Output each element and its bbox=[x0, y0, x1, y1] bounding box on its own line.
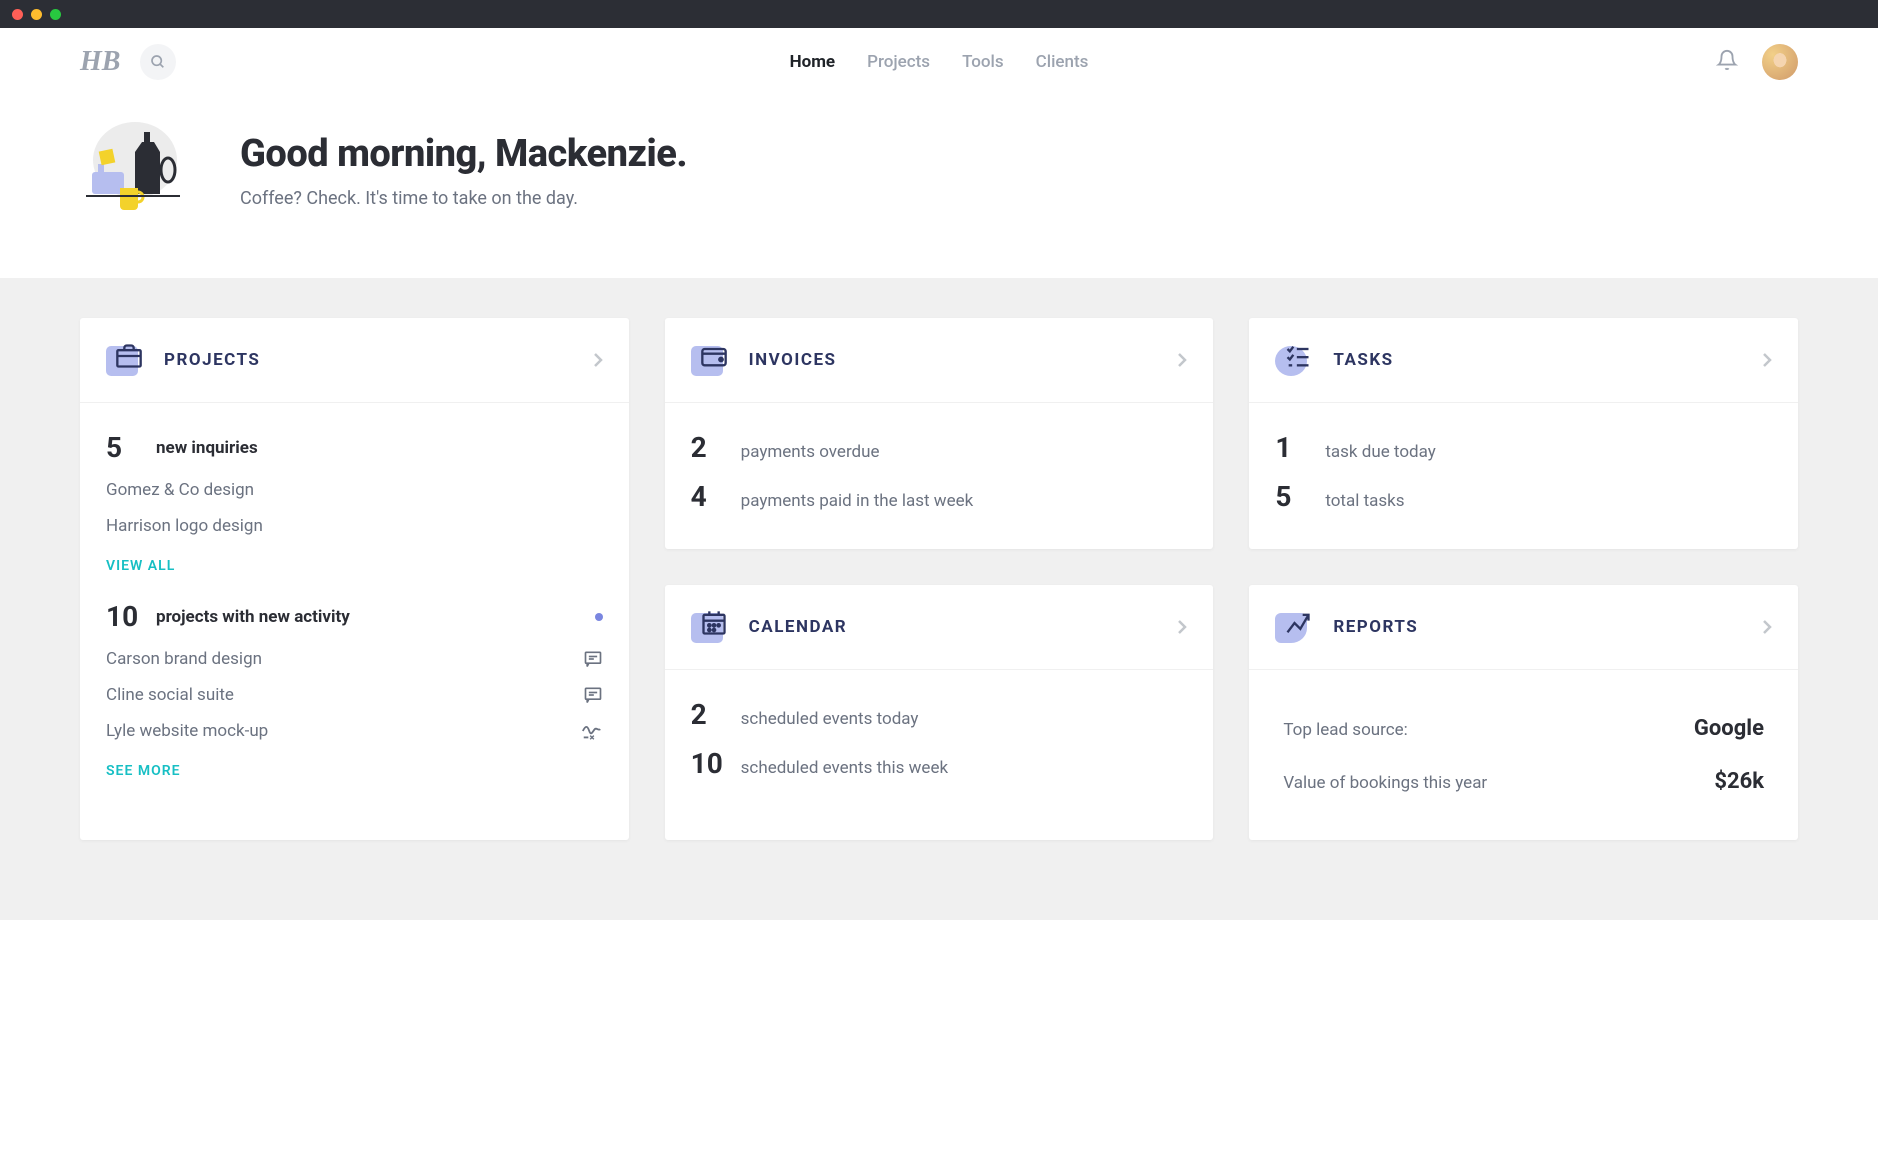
message-icon bbox=[583, 685, 603, 705]
window-chrome bbox=[0, 0, 1878, 28]
invoices-card: INVOICES 2 payments overdue 4 payments p… bbox=[665, 318, 1214, 549]
window-close-button[interactable] bbox=[12, 9, 23, 20]
invoice-stat[interactable]: 4 payments paid in the last week bbox=[691, 472, 1188, 521]
activity-summary[interactable]: 10 projects with new activity bbox=[106, 592, 603, 641]
chevron-right-icon bbox=[1177, 619, 1187, 635]
bell-icon bbox=[1716, 49, 1738, 71]
activity-item[interactable]: Lyle website mock-up bbox=[106, 713, 603, 749]
calendar-stat[interactable]: 10 scheduled events this week bbox=[691, 739, 1188, 788]
calendar-card: CALENDAR 2 scheduled events today 10 sch… bbox=[665, 585, 1214, 840]
activity-indicator-dot bbox=[595, 613, 603, 621]
message-icon bbox=[583, 649, 603, 669]
nav-tools[interactable]: Tools bbox=[962, 52, 1004, 72]
greeting-tagline: Coffee? Check. It's time to take on the … bbox=[240, 188, 687, 209]
nav-clients[interactable]: Clients bbox=[1036, 52, 1089, 72]
briefcase-icon bbox=[106, 340, 146, 380]
hero-illustration-icon bbox=[80, 120, 200, 220]
avatar[interactable] bbox=[1762, 44, 1798, 80]
reports-title: REPORTS bbox=[1333, 617, 1744, 637]
calendar-title: CALENDAR bbox=[749, 617, 1160, 637]
tasks-title: TASKS bbox=[1333, 350, 1744, 370]
chevron-right-icon bbox=[1177, 352, 1187, 368]
search-icon bbox=[150, 54, 166, 70]
hero: Good morning, Mackenzie. Coffee? Check. … bbox=[0, 100, 1878, 278]
notifications-button[interactable] bbox=[1716, 49, 1738, 75]
inquiries-summary[interactable]: 5 new inquiries bbox=[106, 423, 603, 472]
invoices-title: INVOICES bbox=[749, 350, 1160, 370]
projects-title: PROJECTS bbox=[164, 350, 575, 370]
chevron-right-icon bbox=[593, 352, 603, 368]
reports-card: REPORTS Top lead source: Google Value of… bbox=[1249, 585, 1798, 840]
report-row[interactable]: Top lead source: Google bbox=[1283, 702, 1764, 755]
nav-home[interactable]: Home bbox=[790, 52, 836, 72]
invoices-header[interactable]: INVOICES bbox=[665, 318, 1214, 403]
calendar-header[interactable]: CALENDAR bbox=[665, 585, 1214, 670]
inquiry-item[interactable]: Harrison logo design bbox=[106, 508, 603, 544]
checklist-icon bbox=[1275, 340, 1315, 380]
greeting-title: Good morning, Mackenzie. bbox=[240, 132, 687, 176]
activity-item[interactable]: Cline social suite bbox=[106, 677, 603, 713]
report-row[interactable]: Value of bookings this year $26k bbox=[1283, 755, 1764, 808]
activity-label: projects with new activity bbox=[156, 607, 579, 627]
tasks-header[interactable]: TASKS bbox=[1249, 318, 1798, 403]
task-stat[interactable]: 5 total tasks bbox=[1275, 472, 1772, 521]
projects-card: PROJECTS 5 new inquiries Gomez & Co desi… bbox=[80, 318, 629, 840]
calendar-icon bbox=[691, 607, 731, 647]
invoice-stat[interactable]: 2 payments overdue bbox=[691, 423, 1188, 472]
window-minimize-button[interactable] bbox=[31, 9, 42, 20]
inquiries-count: 5 bbox=[106, 431, 140, 464]
window-maximize-button[interactable] bbox=[50, 9, 61, 20]
chevron-right-icon bbox=[1762, 619, 1772, 635]
reports-header[interactable]: REPORTS bbox=[1249, 585, 1798, 670]
see-more-link[interactable]: SEE MORE bbox=[106, 749, 603, 783]
activity-item[interactable]: Carson brand design bbox=[106, 641, 603, 677]
inquiries-label: new inquiries bbox=[156, 438, 258, 458]
reports-chart-icon bbox=[1275, 607, 1315, 647]
activity-count: 10 bbox=[106, 600, 140, 633]
calendar-stat[interactable]: 2 scheduled events today bbox=[691, 690, 1188, 739]
main-nav: Home Projects Tools Clients bbox=[790, 52, 1089, 72]
search-button[interactable] bbox=[140, 44, 176, 80]
dashboard: PROJECTS 5 new inquiries Gomez & Co desi… bbox=[0, 278, 1878, 920]
nav-projects[interactable]: Projects bbox=[867, 52, 930, 72]
projects-header[interactable]: PROJECTS bbox=[80, 318, 629, 403]
task-stat[interactable]: 1 task due today bbox=[1275, 423, 1772, 472]
view-all-link[interactable]: VIEW ALL bbox=[106, 544, 603, 578]
logo[interactable]: HB bbox=[80, 46, 120, 78]
signature-icon bbox=[581, 721, 603, 741]
wallet-icon bbox=[691, 340, 731, 380]
inquiry-item[interactable]: Gomez & Co design bbox=[106, 472, 603, 508]
chevron-right-icon bbox=[1762, 352, 1772, 368]
tasks-card: TASKS 1 task due today 5 total tasks bbox=[1249, 318, 1798, 549]
topbar: HB Home Projects Tools Clients bbox=[0, 28, 1878, 100]
